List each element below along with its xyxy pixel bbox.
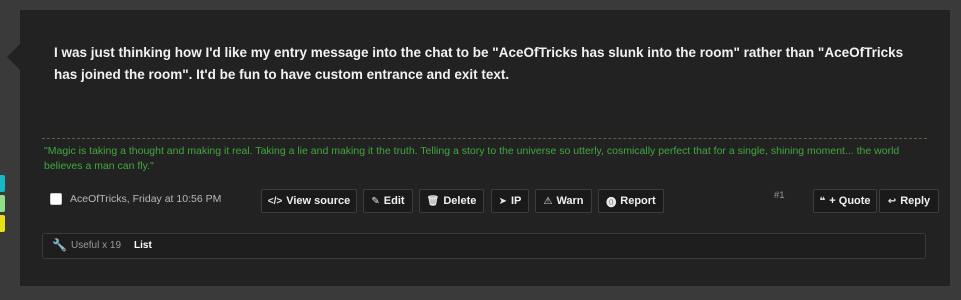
post-author-meta: AceOfTricks, Friday at 10:56 PM	[70, 193, 222, 205]
wrench-icon: 🔧	[52, 238, 67, 252]
post-timestamp[interactable]: Friday at 10:56 PM	[133, 193, 222, 205]
view-source-label: View source	[286, 195, 351, 207]
report-button[interactable]: ⓿ Report	[598, 189, 664, 213]
reply-label: Reply	[900, 195, 931, 207]
signature-divider	[42, 138, 927, 139]
edit-label: Edit	[383, 195, 405, 207]
post-message: I was just thinking how I'd like my entr…	[54, 45, 904, 82]
delete-label: Delete	[443, 195, 477, 207]
author-link[interactable]: AceOfTricks	[70, 193, 127, 205]
pencil-icon: ✎	[371, 195, 380, 207]
useful-rating: Useful x 19	[71, 240, 121, 251]
report-label: Report	[620, 195, 656, 207]
message-pointer	[7, 44, 20, 70]
ip-label: IP	[510, 195, 522, 207]
report-icon: ⓿	[606, 197, 617, 209]
reply-icon: ↩	[887, 195, 897, 207]
quote-icon: ❝	[819, 195, 826, 207]
trash-icon: 🗑	[426, 195, 440, 207]
warn-label: Warn	[556, 195, 584, 207]
warning-icon: ⚠	[543, 195, 553, 207]
warn-button[interactable]: ⚠ Warn	[535, 189, 592, 213]
edit-button[interactable]: ✎ Edit	[363, 189, 413, 213]
code-icon: </>	[267, 195, 283, 207]
post-actions: AceOfTricks, Friday at 10:56 PM </> View…	[48, 189, 939, 215]
location-arrow-icon: ➤	[498, 195, 507, 207]
quote-label: + Quote	[829, 195, 871, 207]
useful-label: Useful x	[71, 240, 108, 251]
view-source-button[interactable]: </> View source	[261, 189, 357, 213]
useful-count: 19	[109, 240, 122, 251]
select-post-checkbox[interactable]	[50, 193, 62, 205]
side-tab-yellow[interactable]	[0, 215, 5, 232]
side-color-tabs	[0, 175, 5, 235]
delete-button[interactable]: 🗑 Delete	[419, 189, 484, 213]
quote-button[interactable]: ❝ + Quote	[813, 189, 877, 213]
side-tab-cyan[interactable]	[0, 175, 5, 192]
ip-button[interactable]: ➤ IP	[491, 189, 529, 213]
signature-text: "Magic is taking a thought and making it…	[44, 145, 900, 172]
post-card: I was just thinking how I'd like my entr…	[7, 10, 950, 286]
ratings-list-link[interactable]: List	[134, 240, 152, 251]
reply-button[interactable]: ↩ Reply	[879, 189, 939, 213]
post-number-link[interactable]: #1	[774, 190, 785, 201]
side-tab-green[interactable]	[0, 195, 5, 212]
ratings-bar: 🔧 Useful x 19 List	[42, 233, 926, 259]
